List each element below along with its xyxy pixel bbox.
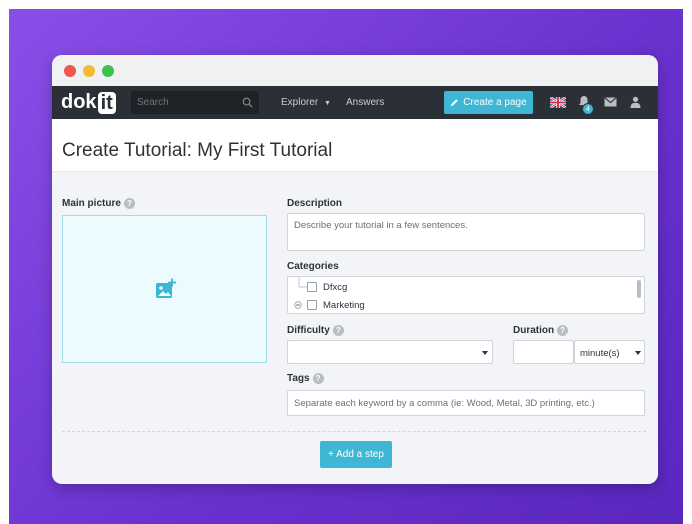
help-icon[interactable]: ?	[123, 198, 135, 209]
categories-label-row: Categories	[287, 261, 339, 272]
description-textarea[interactable]	[287, 213, 645, 251]
uk-flag-icon[interactable]	[550, 97, 566, 108]
difficulty-label-row: Difficulty ?	[287, 325, 344, 336]
window-titlebar	[52, 55, 658, 86]
answers-link[interactable]: Answers	[346, 86, 384, 119]
help-icon[interactable]: ?	[312, 373, 324, 384]
categories-label: Categories	[287, 261, 339, 272]
minimize-window-button[interactable]	[83, 65, 95, 77]
section-divider	[62, 431, 646, 432]
add-step-button[interactable]: + Add a step	[320, 441, 392, 468]
category-label: Dfxcg	[323, 281, 348, 293]
description-label: Description	[287, 198, 343, 209]
logo-text: dok	[61, 91, 97, 113]
page-header: Create Tutorial: My First Tutorial	[52, 119, 658, 172]
close-window-button[interactable]	[64, 65, 76, 77]
tags-label: Tags	[287, 373, 310, 384]
duration-label-row: Duration ?	[513, 325, 569, 336]
chevron-down-icon	[635, 351, 641, 355]
chevron-down-icon	[482, 351, 488, 355]
mail-icon[interactable]	[604, 97, 617, 107]
logo-highlight: it	[97, 91, 116, 114]
collapse-icon[interactable]	[294, 301, 302, 309]
tags-input[interactable]	[287, 390, 645, 416]
categories-scrollbar[interactable]	[637, 280, 641, 298]
duration-label: Duration	[513, 325, 555, 336]
maximize-window-button[interactable]	[102, 65, 114, 77]
help-icon[interactable]: ?	[332, 325, 344, 336]
explorer-label: Explorer	[281, 97, 319, 108]
page-title: Create Tutorial: My First Tutorial	[62, 140, 333, 161]
description-label-row: Description	[287, 198, 342, 209]
main-picture-label: Main picture	[62, 198, 121, 209]
explorer-menu[interactable]: Explorer ▼	[281, 86, 331, 119]
help-icon[interactable]: ?	[557, 325, 569, 336]
duration-input[interactable]	[513, 340, 574, 364]
duration-unit-value: minute(s)	[580, 348, 620, 359]
pencil-icon	[451, 99, 459, 107]
categories-tree: Dfxcg Marketing	[287, 276, 645, 314]
create-page-button[interactable]: Create a page	[444, 91, 533, 114]
duration-unit-select[interactable]: minute(s)	[574, 340, 645, 364]
category-item[interactable]: Marketing	[307, 297, 365, 313]
search-input[interactable]	[131, 91, 259, 114]
create-page-label: Create a page	[463, 97, 527, 108]
category-label: Marketing	[323, 299, 365, 311]
notification-badge: 4	[582, 103, 594, 115]
category-checkbox[interactable]	[307, 282, 317, 292]
search-icon[interactable]	[242, 97, 253, 108]
main-picture-label-row: Main picture ?	[62, 198, 135, 209]
category-item[interactable]: Dfxcg	[307, 279, 347, 295]
top-navbar: dokit Explorer ▼ Answers Create a page	[52, 86, 658, 119]
dokit-logo[interactable]: dok it	[61, 91, 116, 114]
add-image-icon	[156, 278, 177, 298]
difficulty-select[interactable]	[287, 340, 493, 364]
tags-label-row: Tags ?	[287, 373, 324, 384]
main-picture-upload[interactable]	[62, 215, 267, 363]
chevron-down-icon: ▼	[324, 100, 331, 107]
category-checkbox[interactable]	[307, 300, 317, 310]
browser-window: dokit Explorer ▼ Answers Create a page	[52, 55, 658, 484]
difficulty-label: Difficulty	[287, 325, 330, 336]
user-icon[interactable]	[630, 96, 641, 108]
